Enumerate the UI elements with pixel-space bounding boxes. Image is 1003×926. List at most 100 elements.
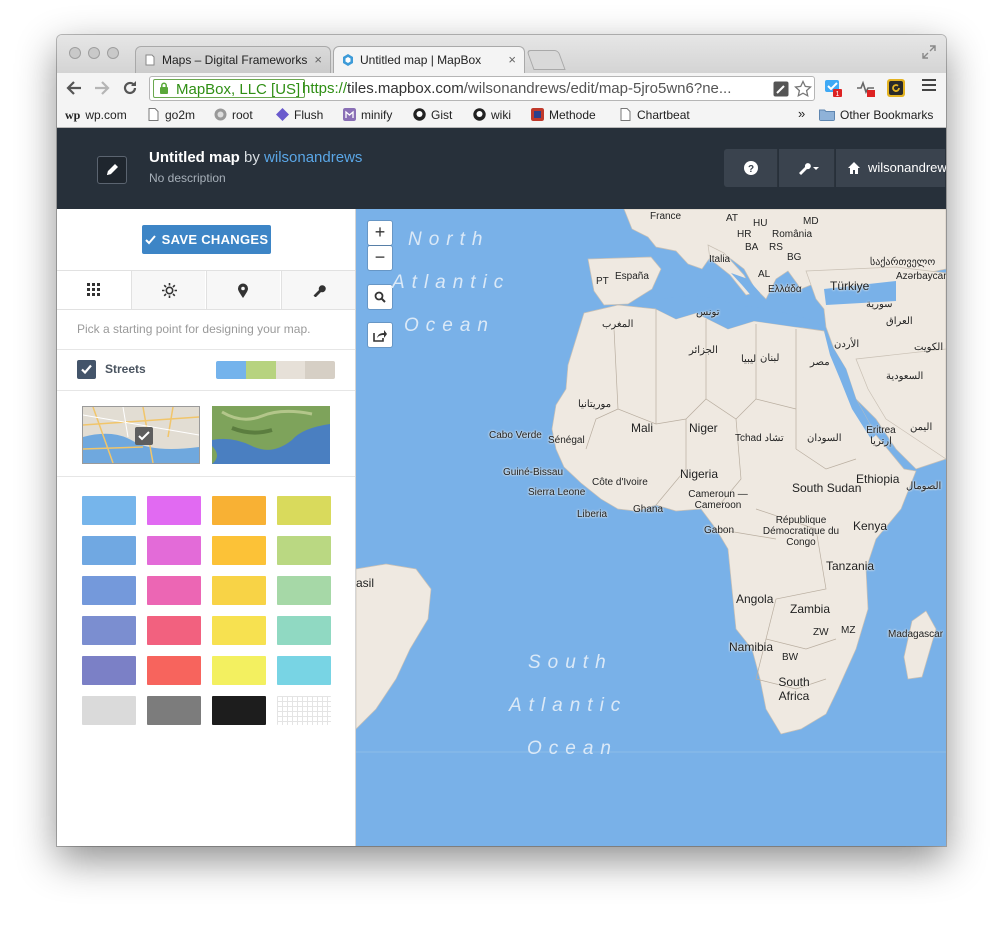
github-icon xyxy=(413,108,426,121)
share-button[interactable] xyxy=(368,323,392,347)
tab-settings[interactable] xyxy=(281,271,355,309)
tab-title: Maps – Digital Frameworks xyxy=(162,53,308,67)
account-button[interactable]: wilsonandrews xyxy=(836,149,946,187)
color-swatch[interactable] xyxy=(82,656,136,685)
streets-checkbox[interactable] xyxy=(77,360,96,379)
bookmark-label: Methode xyxy=(549,108,596,122)
style-option-streets[interactable]: Streets xyxy=(57,349,355,391)
forward-arrow-icon[interactable] xyxy=(94,81,110,95)
bookmarks-overflow-chevron[interactable]: » xyxy=(798,106,805,121)
extension-tool-icon[interactable] xyxy=(773,81,789,97)
bookmark-methode[interactable]: Methode xyxy=(531,108,596,122)
other-bookmarks-label: Other Bookmarks xyxy=(840,108,934,122)
color-swatch[interactable] xyxy=(277,576,331,605)
color-swatch[interactable] xyxy=(147,576,201,605)
zoom-window-button[interactable] xyxy=(107,47,119,59)
place-label: Cabo Verde xyxy=(489,430,542,441)
color-swatch[interactable] xyxy=(277,536,331,565)
tab-close-icon[interactable]: × xyxy=(508,52,516,67)
tab-untitled-map[interactable]: Untitled map | MapBox × xyxy=(333,46,525,73)
satellite-thumbnail[interactable] xyxy=(212,406,330,464)
browser-window: Maps – Digital Frameworks × Untitled map… xyxy=(57,35,946,846)
place-label: Eritrea إرتريا xyxy=(866,425,896,447)
tab-close-icon[interactable]: × xyxy=(314,52,322,67)
color-swatch[interactable] xyxy=(277,616,331,645)
methode-icon xyxy=(531,108,544,121)
color-swatch[interactable] xyxy=(212,656,266,685)
bookmark-root[interactable]: root xyxy=(214,108,253,122)
menu-icon[interactable] xyxy=(922,79,936,93)
bookmark-minify[interactable]: minify xyxy=(343,108,392,122)
color-swatch[interactable] xyxy=(82,576,136,605)
reload-icon[interactable] xyxy=(122,80,138,96)
bookmark-wp[interactable]: wp wp.com xyxy=(65,108,127,123)
marker-icon xyxy=(238,283,248,298)
url-host: tiles.mapbox.com xyxy=(347,80,464,97)
fullscreen-icon[interactable] xyxy=(922,45,936,59)
address-bar[interactable]: MapBox, LLC [US] https://tiles.mapbox.co… xyxy=(149,76,815,101)
ev-certificate-badge[interactable]: MapBox, LLC [US] xyxy=(153,79,306,98)
place-label: Madagascar xyxy=(888,629,944,640)
minimize-window-button[interactable] xyxy=(88,47,100,59)
bookmark-gist[interactable]: Gist xyxy=(413,108,452,122)
color-swatch[interactable] xyxy=(82,536,136,565)
owner-link[interactable]: wilsonandrews xyxy=(264,149,362,166)
ev-label: MapBox, LLC [US] xyxy=(176,81,301,98)
place-label: موريتانيا xyxy=(578,399,612,410)
edit-title-button[interactable] xyxy=(97,156,127,184)
color-swatch[interactable] xyxy=(277,696,331,725)
tab-base-layers[interactable] xyxy=(57,271,131,309)
bookmark-flush[interactable]: Flush xyxy=(276,108,323,122)
color-swatch[interactable] xyxy=(212,536,266,565)
tab-maps-digital-frameworks[interactable]: Maps – Digital Frameworks × xyxy=(135,46,331,73)
checkmark-extension-icon[interactable]: 1 xyxy=(824,78,844,98)
color-swatch[interactable] xyxy=(147,496,201,525)
back-arrow-icon[interactable] xyxy=(66,81,82,95)
tools-dropdown-button[interactable] xyxy=(779,149,835,187)
bookmark-chartbeat[interactable]: Chartbeat xyxy=(619,108,690,122)
bookmark-wiki[interactable]: wiki xyxy=(473,108,511,122)
place-label: HU xyxy=(753,218,768,229)
color-swatch[interactable] xyxy=(147,656,201,685)
map-canvas[interactable]: + − North Atlantic Ocean South Atlantic … xyxy=(356,209,946,846)
help-button[interactable]: ? xyxy=(724,149,778,187)
color-swatch[interactable] xyxy=(212,576,266,605)
color-swatch[interactable] xyxy=(277,656,331,685)
place-label: AL xyxy=(758,269,771,280)
color-swatch[interactable] xyxy=(212,616,266,645)
place-label: Italia xyxy=(709,254,731,265)
close-window-button[interactable] xyxy=(69,47,81,59)
bookmark-go2m[interactable]: go2m xyxy=(147,108,195,122)
streets-thumbnail[interactable] xyxy=(82,406,200,464)
refresh-extension-icon[interactable] xyxy=(886,78,906,98)
color-swatch[interactable] xyxy=(82,616,136,645)
ocean-label-south-1: South xyxy=(528,652,613,673)
color-swatch[interactable] xyxy=(212,496,266,525)
bookmark-label: minify xyxy=(361,108,393,122)
place-label: BG xyxy=(787,252,802,263)
color-swatch[interactable] xyxy=(277,496,331,525)
other-bookmarks-folder[interactable]: Other Bookmarks xyxy=(819,108,933,122)
bookmark-star-icon[interactable] xyxy=(794,80,812,98)
svg-text:1: 1 xyxy=(836,91,840,98)
zoom-out-button[interactable]: − xyxy=(368,246,392,270)
swatch xyxy=(216,361,246,379)
color-swatch[interactable] xyxy=(82,696,136,725)
by-label: by xyxy=(244,149,260,166)
tab-strip: Maps – Digital Frameworks × Untitled map… xyxy=(57,35,946,73)
place-label: BA xyxy=(745,242,759,253)
place-label: Guiné-Bissau xyxy=(503,467,564,478)
globe-icon xyxy=(214,108,227,121)
color-swatch[interactable] xyxy=(147,616,201,645)
tab-markers[interactable] xyxy=(206,271,280,309)
pulse-extension-icon[interactable] xyxy=(856,78,876,98)
tab-adjust-colors[interactable] xyxy=(131,271,205,309)
search-button[interactable] xyxy=(368,285,392,309)
zoom-in-button[interactable]: + xyxy=(368,221,392,245)
new-tab-button[interactable] xyxy=(526,50,566,70)
save-changes-button[interactable]: SAVE CHANGES xyxy=(142,225,271,254)
color-swatch[interactable] xyxy=(147,696,201,725)
color-swatch[interactable] xyxy=(82,496,136,525)
color-swatch[interactable] xyxy=(147,536,201,565)
color-swatch[interactable] xyxy=(212,696,266,725)
